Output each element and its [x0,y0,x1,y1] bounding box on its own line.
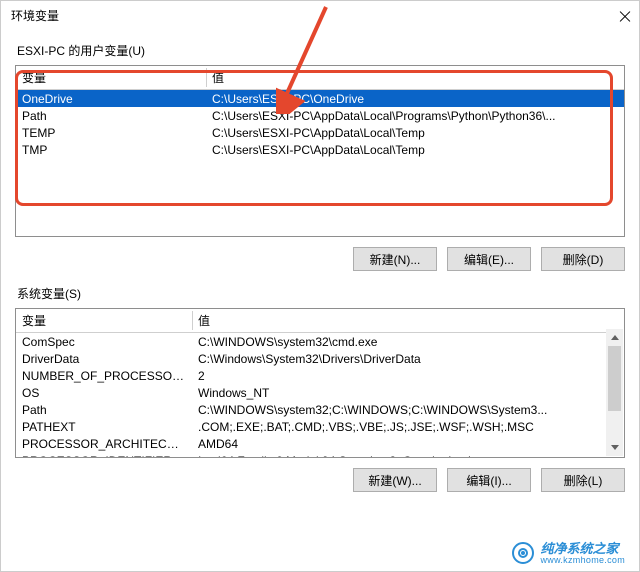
cell-value: C:\Users\ESXI-PC\AppData\Local\Programs\… [206,107,624,124]
system-edit-button[interactable]: 编辑(I)... [447,468,531,492]
table-row[interactable]: PathC:\Users\ESXI-PC\AppData\Local\Progr… [16,107,624,124]
table-row[interactable]: ComSpecC:\WINDOWS\system32\cmd.exe [16,333,607,350]
system-buttons: 新建(W)... 编辑(I)... 删除(L) [15,468,625,492]
system-variables-group: 系统变量(S) 变量 值 ComSpecC:\WINDOWS\system32\… [15,285,625,492]
list-header: 变量 值 [16,309,607,333]
close-icon[interactable] [618,10,629,21]
system-delete-button[interactable]: 删除(L) [541,468,625,492]
table-row[interactable]: OneDriveC:\Users\ESXI-PC\OneDrive [16,90,624,107]
cell-value: C:\WINDOWS\system32;C:\WINDOWS;C:\WINDOW… [192,401,607,418]
cell-variable: OS [16,384,192,401]
table-row[interactable]: PROCESSOR_ARCHITECTUREAMD64 [16,435,607,452]
vertical-scrollbar[interactable] [606,329,623,456]
user-variables-group: ESXI-PC 的用户变量(U) 变量 值 OneDriveC:\Users\E… [15,42,625,271]
user-edit-button[interactable]: 编辑(E)... [447,247,531,271]
scroll-track[interactable] [606,346,623,439]
cell-variable: TMP [16,141,206,158]
column-header-value[interactable]: 值 [206,66,624,89]
cell-variable: PROCESSOR_IDENTIFIER [16,452,192,458]
cell-value: C:\Users\ESXI-PC\AppData\Local\Temp [206,124,624,141]
cell-value: C:\Windows\System32\Drivers\DriverData [192,350,607,367]
user-variables-list[interactable]: 变量 值 OneDriveC:\Users\ESXI-PC\OneDrivePa… [15,65,625,237]
cell-value: .COM;.EXE;.BAT;.CMD;.VBS;.VBE;.JS;.JSE;.… [192,418,607,435]
system-variables-label: 系统变量(S) [17,285,625,302]
cell-variable: DriverData [16,350,192,367]
watermark-brand: 纯净系统之家 [540,541,618,556]
system-variables-list[interactable]: 变量 值 ComSpecC:\WINDOWS\system32\cmd.exeD… [15,308,625,458]
cell-value: Intel64 Family 6 Model 94 Stepping 3, Ge… [192,452,607,458]
scroll-up-icon[interactable] [606,329,623,346]
titlebar: 环境变量 [1,1,639,30]
watermark-logo-icon [512,542,534,564]
cell-value: AMD64 [192,435,607,452]
table-row[interactable]: TMPC:\Users\ESXI-PC\AppData\Local\Temp [16,141,624,158]
table-row[interactable]: PATHEXT.COM;.EXE;.BAT;.CMD;.VBS;.VBE;.JS… [16,418,607,435]
cell-variable: Path [16,401,192,418]
table-row[interactable]: PROCESSOR_IDENTIFIERIntel64 Family 6 Mod… [16,452,607,458]
user-buttons: 新建(N)... 编辑(E)... 删除(D) [15,247,625,271]
table-row[interactable]: OSWindows_NT [16,384,607,401]
column-header-variable[interactable]: 变量 [16,309,192,332]
system-new-button[interactable]: 新建(W)... [353,468,437,492]
cell-value: C:\WINDOWS\system32\cmd.exe [192,333,607,350]
list-header: 变量 值 [16,66,624,90]
user-variables-label: ESXI-PC 的用户变量(U) [17,42,625,59]
cell-variable: PROCESSOR_ARCHITECTURE [16,435,192,452]
cell-value: Windows_NT [192,384,607,401]
watermark: 纯净系统之家 www.kzmhome.com [512,542,625,565]
table-row[interactable]: NUMBER_OF_PROCESSORS2 [16,367,607,384]
table-row[interactable]: PathC:\WINDOWS\system32;C:\WINDOWS;C:\WI… [16,401,607,418]
table-row[interactable]: TEMPC:\Users\ESXI-PC\AppData\Local\Temp [16,124,624,141]
cell-variable: Path [16,107,206,124]
table-row[interactable]: DriverDataC:\Windows\System32\Drivers\Dr… [16,350,607,367]
cell-variable: ComSpec [16,333,192,350]
user-new-button[interactable]: 新建(N)... [353,247,437,271]
cell-variable: OneDrive [16,90,206,107]
watermark-url: www.kzmhome.com [540,556,625,565]
cell-value: 2 [192,367,607,384]
env-vars-dialog: 环境变量 ESXI-PC 的用户变量(U) 变量 值 OneDriveC:\Us… [0,0,640,572]
cell-variable: NUMBER_OF_PROCESSORS [16,367,192,384]
window-title: 环境变量 [11,7,59,24]
cell-variable: PATHEXT [16,418,192,435]
cell-variable: TEMP [16,124,206,141]
scroll-thumb[interactable] [608,346,621,411]
scroll-down-icon[interactable] [606,439,623,456]
column-header-variable[interactable]: 变量 [16,66,206,89]
cell-value: C:\Users\ESXI-PC\OneDrive [206,90,624,107]
cell-value: C:\Users\ESXI-PC\AppData\Local\Temp [206,141,624,158]
column-header-value[interactable]: 值 [192,309,607,332]
user-delete-button[interactable]: 删除(D) [541,247,625,271]
